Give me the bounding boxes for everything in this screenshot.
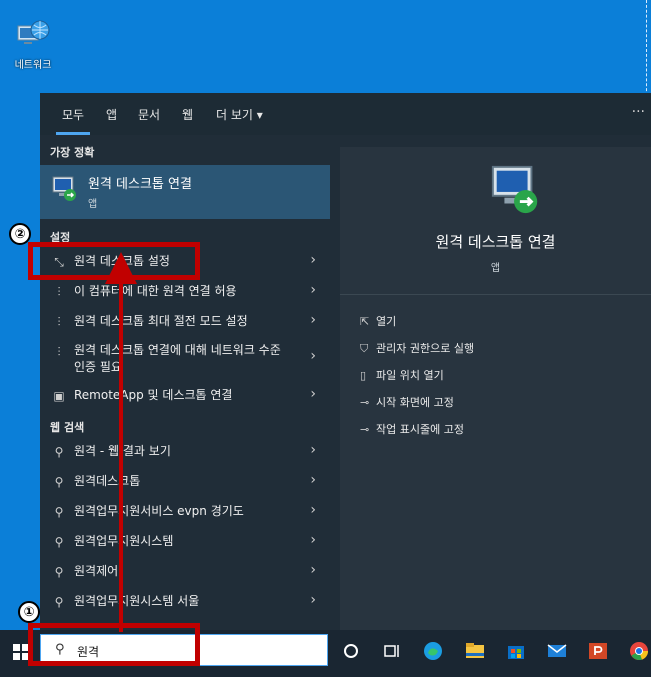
annotation-arrow (105, 252, 137, 632)
annotation-marker-2: ② (9, 223, 31, 245)
annotation-marker-1: ① (18, 601, 40, 623)
